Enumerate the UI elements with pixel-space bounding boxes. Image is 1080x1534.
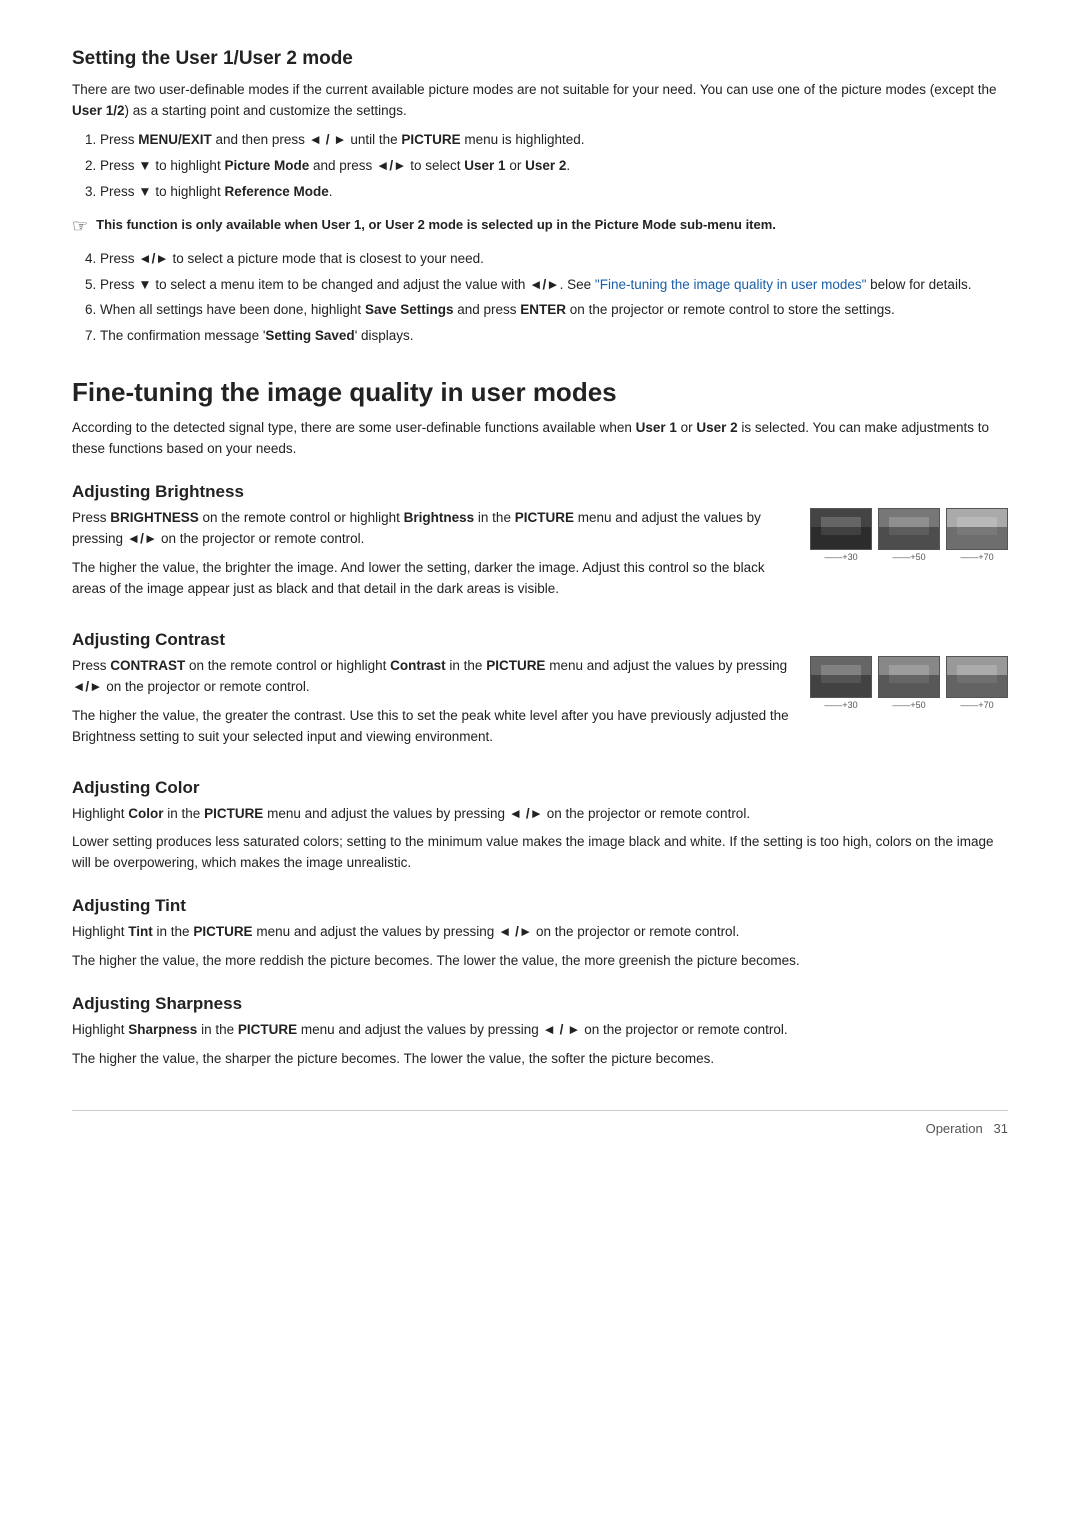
contrast-heading: Adjusting Contrast [72, 630, 1008, 650]
color-heading: Adjusting Color [72, 778, 1008, 798]
brightness-para1: Press BRIGHTNESS on the remote control o… [72, 508, 792, 550]
contrast-text: Press CONTRAST on the remote control or … [72, 656, 792, 756]
bold-user12: User 1/2 [72, 103, 125, 118]
contrast-img-1: ——+30 [810, 656, 872, 710]
footer-label: Operation 31 [926, 1121, 1008, 1136]
brightness-thumb-50 [878, 508, 940, 550]
brightness-heading: Adjusting Brightness [72, 482, 1008, 502]
section1-intro: There are two user-definable modes if th… [72, 80, 1008, 122]
brightness-content: Press BRIGHTNESS on the remote control o… [72, 508, 1008, 608]
contrast-label-70: ——+70 [960, 700, 993, 710]
sharpness-para1: Highlight Sharpness in the PICTURE menu … [72, 1020, 1008, 1041]
brightness-thumb-30 [810, 508, 872, 550]
contrast-label-30: ——+30 [824, 700, 857, 710]
contrast-thumb-30 [810, 656, 872, 698]
subsection-tint: Adjusting Tint Highlight Tint in the PIC… [72, 896, 1008, 972]
note-text: This function is only available when Use… [96, 215, 776, 235]
brightness-label-30: ——+30 [824, 552, 857, 562]
section1-steps-list: Press MENU/EXIT and then press ◄ / ► unt… [100, 130, 1008, 203]
contrast-para2: The higher the value, the greater the co… [72, 706, 792, 748]
contrast-label-50: ——+50 [892, 700, 925, 710]
subsection-brightness: Adjusting Brightness Press BRIGHTNESS on… [72, 482, 1008, 608]
section1-steps2-list: Press ◄/► to select a picture mode that … [100, 249, 1008, 348]
brightness-label-50: ——+50 [892, 552, 925, 562]
contrast-images: ——+30 ——+50 ——+70 [810, 656, 1008, 710]
brightness-para2: The higher the value, the brighter the i… [72, 558, 792, 600]
contrast-img-row: ——+30 ——+50 ——+70 [810, 656, 1008, 710]
brightness-text: Press BRIGHTNESS on the remote control o… [72, 508, 792, 608]
brightness-thumb-70 [946, 508, 1008, 550]
note-box: ☞ This function is only available when U… [72, 215, 1008, 237]
brightness-img-3: ——+70 [946, 508, 1008, 562]
brightness-label-70: ——+70 [960, 552, 993, 562]
subsection-contrast: Adjusting Contrast Press CONTRAST on the… [72, 630, 1008, 756]
section1-heading: Setting the User 1/User 2 mode [72, 48, 1008, 70]
note-icon: ☞ [72, 216, 88, 237]
brightness-img-2: ——+50 [878, 508, 940, 562]
step-1: Press MENU/EXIT and then press ◄ / ► unt… [100, 130, 1008, 151]
section2-heading: Fine-tuning the image quality in user mo… [72, 377, 1008, 408]
color-para2: Lower setting produces less saturated co… [72, 832, 1008, 874]
step-3: Press ▼ to highlight Reference Mode. [100, 182, 1008, 203]
brightness-images: ——+30 ——+50 ——+70 [810, 508, 1008, 562]
subsection-sharpness: Adjusting Sharpness Highlight Sharpness … [72, 994, 1008, 1070]
tint-para2: The higher the value, the more reddish t… [72, 951, 1008, 972]
footer: Operation 31 [72, 1110, 1008, 1136]
tint-heading: Adjusting Tint [72, 896, 1008, 916]
step-7: The confirmation message 'Setting Saved'… [100, 326, 1008, 347]
brightness-img-row: ——+30 ——+50 ——+70 [810, 508, 1008, 562]
color-para1: Highlight Color in the PICTURE menu and … [72, 804, 1008, 825]
step-5: Press ▼ to select a menu item to be chan… [100, 275, 1008, 296]
section-finetuning: Fine-tuning the image quality in user mo… [72, 377, 1008, 1070]
contrast-content: Press CONTRAST on the remote control or … [72, 656, 1008, 756]
subsection-color: Adjusting Color Highlight Color in the P… [72, 778, 1008, 875]
step-4: Press ◄/► to select a picture mode that … [100, 249, 1008, 270]
step-6: When all settings have been done, highli… [100, 300, 1008, 321]
sharpness-para2: The higher the value, the sharper the pi… [72, 1049, 1008, 1070]
section2-intro: According to the detected signal type, t… [72, 418, 1008, 460]
finetuning-link[interactable]: "Fine-tuning the image quality in user m… [595, 277, 866, 292]
contrast-img-3: ——+70 [946, 656, 1008, 710]
contrast-thumb-50 [878, 656, 940, 698]
contrast-thumb-70 [946, 656, 1008, 698]
contrast-img-2: ——+50 [878, 656, 940, 710]
sharpness-heading: Adjusting Sharpness [72, 994, 1008, 1014]
brightness-img-1: ——+30 [810, 508, 872, 562]
tint-para1: Highlight Tint in the PICTURE menu and a… [72, 922, 1008, 943]
step-2: Press ▼ to highlight Picture Mode and pr… [100, 156, 1008, 177]
contrast-para1: Press CONTRAST on the remote control or … [72, 656, 792, 698]
section-user-mode: Setting the User 1/User 2 mode There are… [72, 48, 1008, 347]
